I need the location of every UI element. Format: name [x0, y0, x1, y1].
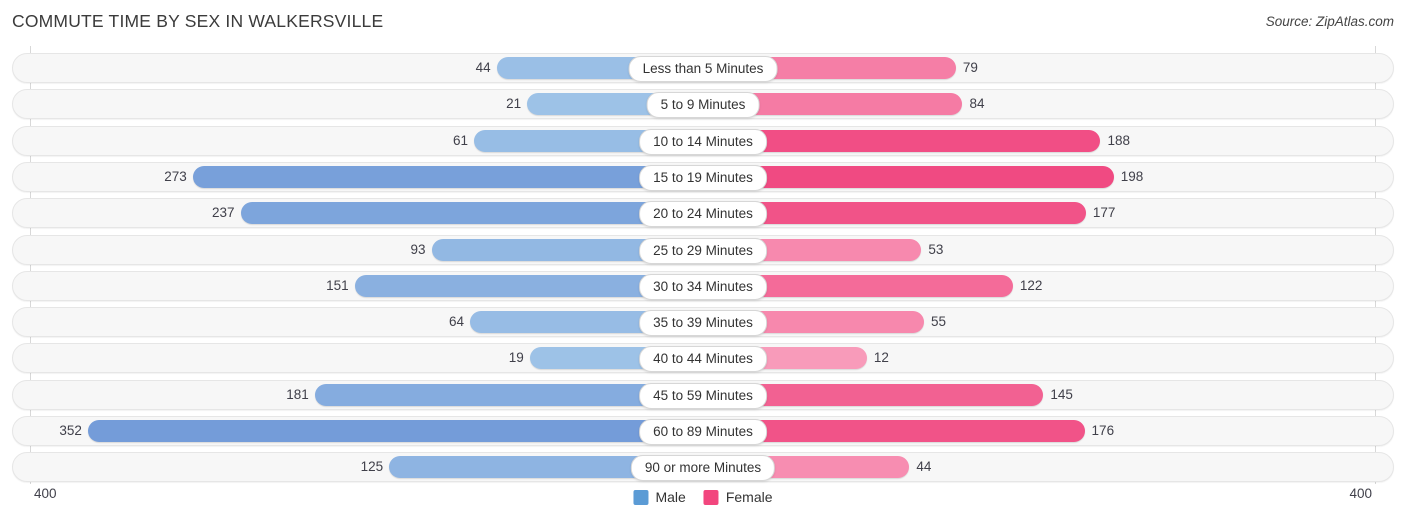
bar-value-female: 79: [962, 60, 978, 75]
category-label: 90 or more Minutes: [630, 455, 776, 482]
chart-plot-area: 44 79 Less than 5 Minutes 21 84 5 to 9 Minute…: [0, 46, 1406, 484]
bar-value-male: 44: [475, 60, 491, 75]
bar-value-female: 12: [873, 350, 889, 366]
bar-value-female: 176: [1091, 423, 1115, 438]
category-label: 35 to 39 Minutes: [639, 310, 767, 337]
category-label: 10 to 14 Minutes: [639, 128, 767, 155]
legend-label: Male: [655, 489, 686, 505]
chart-footer: 400 400 Male Female: [0, 484, 1406, 523]
bar-value-female: 145: [1050, 386, 1073, 402]
chart-header: COMMUTE TIME BY SEX IN WALKERSVILLE Sour…: [0, 0, 1406, 46]
category-label: 60 to 89 Minutes: [639, 419, 767, 445]
source-attribution: Source: ZipAtlas.com: [1265, 14, 1394, 29]
bar-value-female: 84: [969, 96, 985, 112]
chart-legend: Male Female: [633, 484, 773, 510]
bar-value-male: 64: [449, 314, 465, 330]
bar-value-male: 61: [453, 132, 469, 148]
category-label: 45 to 59 Minutes: [639, 382, 767, 409]
category-label: 40 to 44 Minutes: [639, 346, 767, 373]
bar-value-male: 273: [164, 168, 187, 184]
bar-value-male: 19: [508, 350, 524, 366]
chart-row: 151 122 30 to 34 Minutes: [12, 270, 1394, 301]
bar-value-male: 237: [211, 205, 235, 221]
bar-value-female: 53: [928, 241, 944, 257]
page-title: COMMUTE TIME BY SEX IN WALKERSVILLE: [12, 11, 384, 31]
bar-value-female: 122: [1019, 277, 1043, 293]
chart-row: 61 188 10 to 14 Minutes: [12, 125, 1394, 156]
legend-swatch-icon: [703, 489, 719, 505]
legend-label: Female: [725, 489, 773, 505]
bar-value-female: 44: [916, 459, 932, 475]
chart-row: 125 44 90 or more Minutes: [12, 452, 1394, 483]
category-label: Less than 5 Minutes: [628, 56, 778, 82]
chart-row: 352 176 60 to 89 Minutes: [12, 416, 1394, 446]
chart-row: 93 53 25 to 29 Minutes: [12, 234, 1394, 265]
category-label: 25 to 29 Minutes: [639, 237, 767, 264]
bar-value-male: 125: [360, 459, 384, 475]
bar-value-female: 177: [1092, 205, 1116, 221]
chart-row: 21 84 5 to 9 Minutes: [12, 89, 1394, 120]
bar-value-male: 352: [59, 423, 82, 438]
chart-row: 64 55 35 to 39 Minutes: [12, 307, 1394, 338]
bar-male: [192, 165, 703, 188]
bar-value-male: 21: [506, 96, 522, 112]
bar-value-male: 181: [286, 386, 309, 402]
chart-row: 273 198 15 to 19 Minutes: [12, 161, 1394, 192]
chart-row: 237 177 20 to 24 Minutes: [12, 198, 1394, 229]
legend-swatch-icon: [633, 489, 649, 505]
bar-male: [240, 202, 703, 225]
category-label: 30 to 34 Minutes: [639, 273, 767, 300]
category-label: 15 to 19 Minutes: [639, 164, 767, 191]
category-label: 20 to 24 Minutes: [639, 201, 767, 228]
category-label: 5 to 9 Minutes: [646, 92, 760, 119]
axis-label-right: 400: [1349, 486, 1372, 501]
axis-label-left: 400: [34, 486, 57, 501]
bar-value-male: 151: [326, 277, 349, 293]
chart-row: 19 12 40 to 44 Minutes: [12, 343, 1394, 374]
bar-male: [87, 420, 703, 442]
legend-item-male[interactable]: Male: [633, 489, 686, 505]
bar-value-female: 55: [930, 314, 947, 330]
chart-row: 44 79 Less than 5 Minutes: [12, 53, 1394, 83]
bar-value-female: 198: [1120, 168, 1144, 184]
legend-item-female[interactable]: Female: [703, 489, 773, 505]
bar-value-female: 188: [1107, 132, 1130, 148]
chart-row: 181 145 45 to 59 Minutes: [12, 379, 1394, 410]
bar-value-male: 93: [410, 241, 426, 257]
